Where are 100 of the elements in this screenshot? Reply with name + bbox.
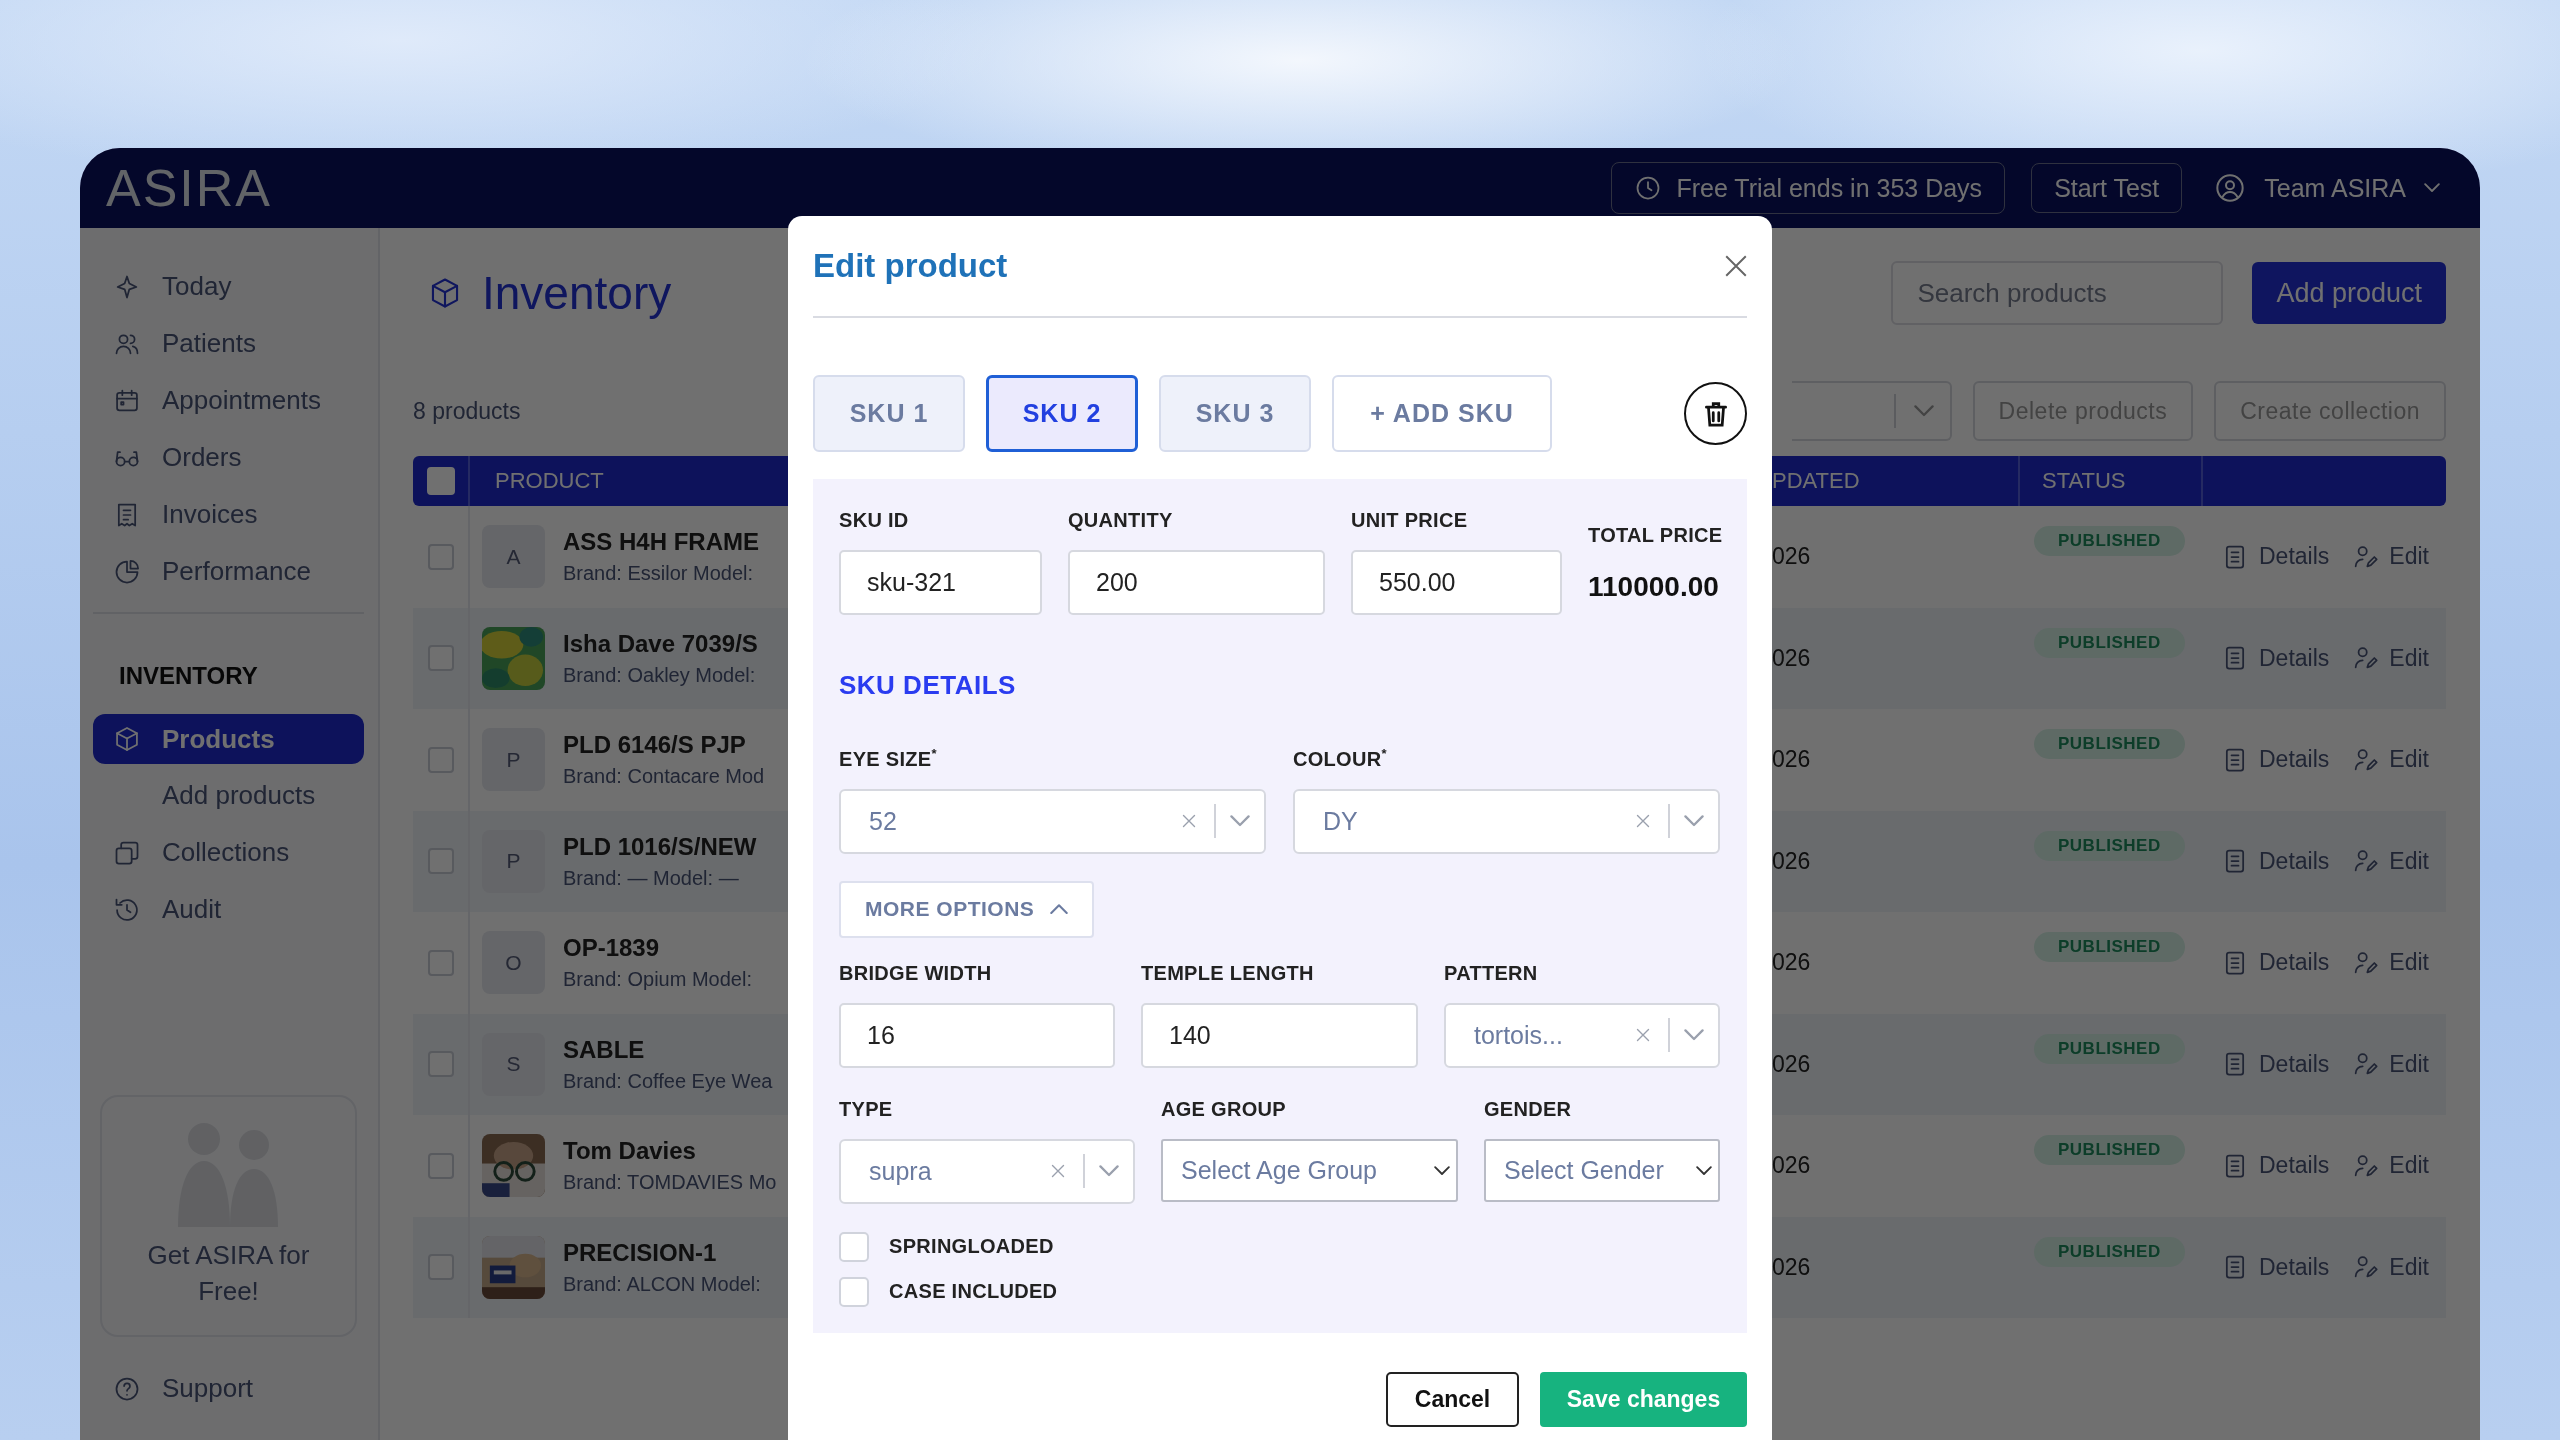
chevron-down-icon (1099, 1165, 1119, 1177)
sku-tab[interactable]: SKU 1 (813, 375, 965, 452)
text-field[interactable]: 550.00 (1351, 550, 1562, 615)
checkbox[interactable] (427, 746, 454, 773)
details-link[interactable]: Details (2221, 542, 2330, 571)
user-icon (2214, 172, 2247, 204)
checkbox[interactable] (427, 543, 454, 570)
field-label: EYE SIZE$^{*}$ (839, 746, 938, 771)
chevron-down-icon (1230, 815, 1250, 827)
select-field[interactable]: supra (839, 1138, 1135, 1204)
dropdown-field[interactable] (1791, 381, 1952, 441)
chevron-down-icon (1684, 815, 1704, 827)
logo: ASIRA (106, 158, 273, 218)
letter-avatar: P (482, 728, 545, 792)
select-field[interactable]: tortois... (1444, 1002, 1720, 1068)
add-product-button[interactable]: Add product (2252, 262, 2446, 324)
sidebar-item[interactable]: Today (93, 258, 364, 315)
sku-tab[interactable]: SKU 2 (986, 375, 1138, 452)
field-label: COLOUR$^{*}$ (1293, 746, 1388, 771)
cancel-button[interactable]: Cancel (1386, 1371, 1519, 1427)
total-price: 110000.00 (1588, 571, 1720, 603)
dropdown-field[interactable]: Select Gender (1484, 1138, 1720, 1202)
details-link[interactable]: Details (2221, 1253, 2330, 1282)
field-label: AGE GROUP (1161, 1097, 1287, 1121)
sidebar-item[interactable]: Appointments (93, 372, 364, 429)
text-field[interactable]: sku-321 (839, 550, 1042, 615)
text-field[interactable]: 16 (839, 1002, 1115, 1068)
edit-link[interactable]: Edit (2351, 1050, 2429, 1079)
dialog-title: Edit product (813, 247, 1008, 285)
updated-date: 026 (1772, 644, 1811, 672)
status-badge: PUBLISHED (2034, 932, 2185, 962)
product-brand: Brand: Opium Model: (563, 968, 752, 992)
dropdown-field[interactable]: Select Age Group (1161, 1138, 1458, 1202)
status-badge: PUBLISHED (2034, 1135, 2185, 1165)
field-label: UNIT PRICE (1351, 509, 1469, 532)
section-heading: INVENTORY (119, 662, 259, 690)
edit-link[interactable]: Edit (2351, 745, 2429, 774)
sidebar-item[interactable]: Add products (93, 767, 364, 824)
product-name: SABLE (563, 1035, 646, 1064)
edit-link[interactable]: Edit (2351, 847, 2429, 876)
field-label: PATTERN (1444, 961, 1539, 985)
updated-date: 026 (1772, 1050, 1811, 1078)
start-test-button[interactable]: Start Test (2031, 163, 2183, 213)
checkbox[interactable] (427, 645, 454, 672)
edit-link[interactable]: Edit (2351, 644, 2429, 673)
checkbox[interactable] (427, 1051, 454, 1078)
edit-link[interactable]: Edit (2351, 542, 2429, 571)
details-link[interactable]: Details (2221, 644, 2330, 673)
sidebar-item[interactable]: Audit (93, 881, 364, 938)
save-button[interactable]: Save changes (1540, 1371, 1747, 1427)
edit-link[interactable]: Edit (2351, 948, 2429, 977)
text-field[interactable]: 140 (1141, 1002, 1418, 1068)
checkbox[interactable] (427, 949, 454, 976)
edit-link[interactable]: Edit (2351, 1253, 2429, 1282)
sidebar-item[interactable]: Patients (93, 315, 364, 372)
text-field[interactable]: 200 (1068, 550, 1325, 615)
sidebar-item[interactable]: Performance (93, 543, 364, 600)
sku-tab[interactable]: SKU 3 (1159, 375, 1311, 452)
details-link[interactable]: Details (2221, 1151, 2330, 1180)
details-link[interactable]: Details (2221, 1050, 2330, 1079)
product-brand: Brand: Oakley Model: (563, 663, 757, 687)
select-field[interactable]: DY (1293, 788, 1720, 854)
checkbox[interactable] (839, 1276, 869, 1307)
more-options-button[interactable]: MORE OPTIONS (839, 880, 1095, 938)
select-field[interactable]: 52 (839, 788, 1266, 854)
field-label: GENDER (1484, 1097, 1573, 1121)
product-brand: Brand: Contacare Mod (563, 765, 765, 789)
field-label: TOTAL PRICE (1588, 524, 1720, 547)
updated-date: 026 (1772, 746, 1811, 774)
sidebar-item[interactable]: Collections (93, 824, 364, 881)
status-badge: PUBLISHED (2034, 526, 2185, 556)
checkbox[interactable] (839, 1231, 869, 1262)
product-brand: Brand: Coffee Eye Wea (563, 1069, 773, 1093)
checkbox[interactable] (427, 848, 454, 875)
sidebar-item[interactable]: Invoices (93, 486, 364, 543)
status-badge: PUBLISHED (2034, 1236, 2185, 1267)
checkbox[interactable] (427, 1152, 454, 1179)
promo-card[interactable]: Get ASIRA for Free! (100, 1095, 357, 1337)
sidebar-item[interactable]: Products (93, 714, 364, 764)
checkbox[interactable] (427, 1254, 454, 1281)
support-link[interactable]: Support (93, 1360, 364, 1417)
sidebar-item[interactable]: Orders (93, 429, 364, 486)
status-badge: PUBLISHED (2034, 729, 2185, 759)
field-label: QUANTITY (1068, 509, 1174, 532)
product-name: ASS H4H FRAME (563, 528, 760, 557)
checkbox-label: SPRINGLOADED (889, 1235, 1054, 1259)
details-link[interactable]: Details (2221, 745, 2330, 774)
product-name: Isha Dave 7039/S (563, 629, 758, 658)
field-label: SKU ID (839, 509, 910, 532)
field-label: BRIDGE WIDTH (839, 961, 993, 985)
search-field[interactable]: Search products (1891, 261, 2224, 325)
column-header: PDATED (1772, 468, 1860, 494)
column-header: PRODUCT (495, 468, 604, 494)
details-link[interactable]: Details (2221, 847, 2330, 876)
user-name[interactable]: Team ASIRA (2264, 173, 2406, 203)
updated-date: 026 (1772, 543, 1811, 571)
details-link[interactable]: Details (2221, 948, 2330, 977)
letter-avatar: S (482, 1032, 545, 1096)
add-sku-button[interactable]: + ADD SKU (1332, 375, 1552, 452)
edit-link[interactable]: Edit (2351, 1151, 2429, 1180)
